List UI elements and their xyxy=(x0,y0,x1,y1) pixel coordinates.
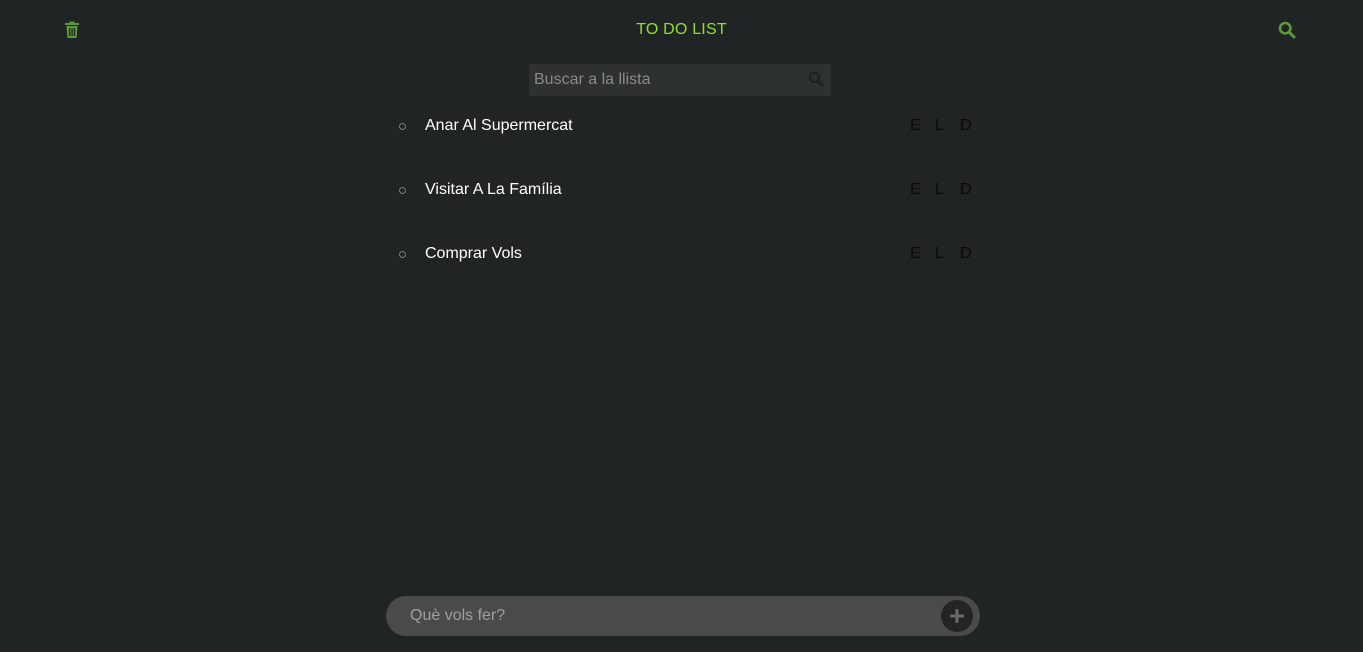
todo-label[interactable]: Comprar Vols xyxy=(425,245,522,263)
todo-actions: E L D xyxy=(910,117,985,135)
add-todo-bar xyxy=(386,596,980,636)
like-button[interactable]: L xyxy=(935,181,960,199)
new-todo-input[interactable] xyxy=(386,596,926,636)
delete-button[interactable]: D xyxy=(960,181,985,199)
delete-button[interactable]: D xyxy=(960,117,985,135)
search-toggle-button[interactable] xyxy=(1278,21,1296,39)
page-title: TO DO LIST xyxy=(636,21,727,38)
search-icon xyxy=(808,71,824,87)
plus-icon xyxy=(950,609,964,623)
todo-actions: E L D xyxy=(910,245,985,263)
add-todo-button[interactable] xyxy=(941,600,973,632)
search-icon xyxy=(1278,21,1296,39)
delete-button[interactable]: D xyxy=(960,245,985,263)
todo-label[interactable]: Anar Al Supermercat xyxy=(425,117,573,135)
bullet-icon xyxy=(399,123,406,130)
list-item: Anar Al Supermercat E L D xyxy=(386,106,980,170)
todo-list: Anar Al Supermercat E L D Visitar A La F… xyxy=(386,106,980,298)
list-item: Visitar A La Família E L D xyxy=(386,170,980,234)
edit-button[interactable]: E xyxy=(910,117,935,135)
todo-label[interactable]: Visitar A La Família xyxy=(425,181,562,199)
like-button[interactable]: L xyxy=(935,245,960,263)
todo-app: TO DO LIST Anar Al Supermercat E L D Vis… xyxy=(0,0,1363,652)
like-button[interactable]: L xyxy=(935,117,960,135)
bullet-icon xyxy=(399,251,406,258)
edit-button[interactable]: E xyxy=(910,181,935,199)
list-item: Comprar Vols E L D xyxy=(386,234,980,298)
bullet-icon xyxy=(399,187,406,194)
edit-button[interactable]: E xyxy=(910,245,935,263)
todo-actions: E L D xyxy=(910,181,985,199)
search-input[interactable] xyxy=(529,64,799,96)
search-box xyxy=(529,64,831,96)
